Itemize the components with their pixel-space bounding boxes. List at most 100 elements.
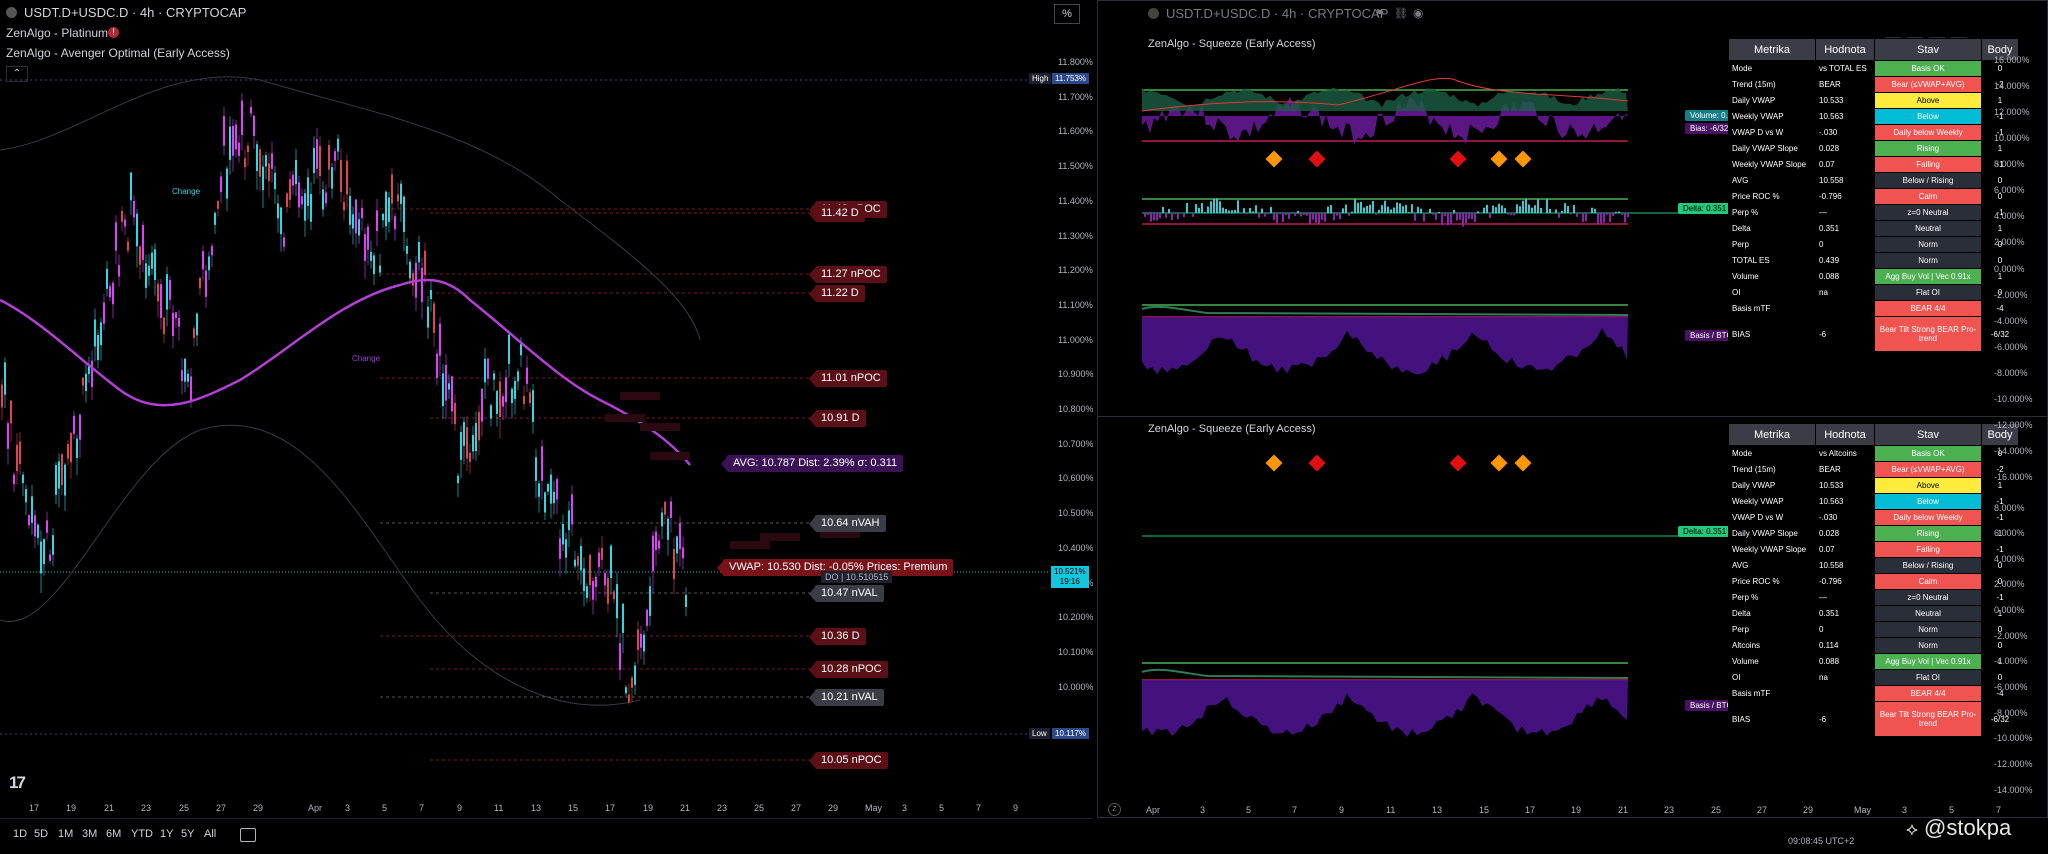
tradingview-logo-icon[interactable]: 17 [9,773,24,793]
warning-icon[interactable]: ! [108,27,119,38]
delta-bar [1519,206,1521,213]
table-cell: 0.439 [1816,253,1875,269]
price-axis-label: -6.000% [1994,682,2028,692]
table-cell: na [1816,670,1875,686]
clock[interactable]: 09:08:45 UTC+2 [1788,836,1854,846]
candle-body [370,252,372,261]
delta-bar [1321,213,1323,220]
bar-countdown: 19:16 [1054,577,1086,587]
table-cell: 1 [1982,221,2019,237]
candle-body [283,237,285,246]
time-axis-label: 5 [1246,805,1251,815]
timeframe-button[interactable]: 1Y [160,828,173,840]
column-header: Metrika [1729,39,1816,61]
table-cell: Perp % [1729,205,1816,221]
price-axis-label: 10.400% [1058,543,1093,553]
timeframe-button[interactable]: 5Y [181,828,194,840]
table-row: Delta0.351Neutral1 [1729,606,2019,622]
table-cell: Rising [1875,141,1982,157]
candle-body [397,194,399,201]
candle-body [199,278,201,288]
candle-body [55,465,57,495]
panel-title[interactable]: ZenAlgo - Squeeze (Early Access) [1148,38,1316,50]
candle-body [637,629,639,650]
percent-scale-button[interactable]: % [1054,4,1080,24]
table-cell: -6 [1816,702,1875,737]
low-label: Low [1029,728,1050,739]
candle-body [193,328,195,338]
collapse-indicators-button[interactable]: ⌃ [6,66,28,82]
delta-bar [1573,205,1575,213]
table-cell: VWAP D vs W [1729,510,1816,526]
price-axis-label: -2.000% [1994,290,2028,300]
table-cell: Basis mTF [1729,301,1816,317]
date-range-icon[interactable] [240,828,256,842]
delta-bar [1450,213,1452,224]
table-cell: VWAP D vs W [1729,125,1816,141]
time-axis-label: 27 [791,803,801,813]
pane-separator[interactable] [1098,416,2048,417]
faint-label [650,452,690,460]
timeframe-button[interactable]: 1D [13,828,27,840]
candle-body [334,151,336,161]
lower-band [0,425,640,705]
candle-body [280,208,282,235]
candle-body [523,396,525,404]
symbol-title[interactable]: USDT.D+USDC.D · 4h · CRYPTOCAP [24,5,246,20]
candle-body [34,515,36,536]
candle-body [112,283,114,304]
candle-body [121,211,123,222]
delta-bar [1204,212,1206,213]
price-axis-label: 8.000% [1994,159,2025,169]
delta-bar [1477,211,1479,213]
table-cell: BIAS [1729,702,1816,737]
price-chart-canvas[interactable] [0,0,1093,818]
delta-bar [1315,213,1317,223]
candle-body [517,371,519,381]
avg-tag: AVG: 10.787 Dist: 2.39% σ: 0.311 [727,455,903,472]
timeframe-button[interactable]: 5D [34,828,48,840]
right-chart-pane[interactable]: USDT.D+USDC.D · 4h · CRYPTOCAP ⚑ ⛓ ◉ Zen… [1097,0,2048,818]
timeframe-button[interactable]: YTD [131,828,153,840]
table-row: BIAS-6Bear Tilt Strong BEAR Pro-trend-6/… [1729,702,2019,737]
table-cell: BEAR [1816,77,1875,93]
candle-body [634,665,636,684]
delta-bar [1627,213,1629,217]
low-text: Low [1032,729,1047,738]
flag-icon[interactable]: ⚑ [1375,7,1385,20]
zoom-icon[interactable]: Z [1108,803,1121,816]
timeframe-button[interactable]: 3M [82,828,97,840]
timeframe-button[interactable]: 1M [58,828,73,840]
candle-body [589,555,591,585]
delta-bar [1396,203,1398,213]
indicator-platinum[interactable]: ZenAlgo - Platinum [6,26,108,40]
table-cell: Daily VWAP Slope [1729,141,1816,157]
timeframe-button[interactable]: All [204,828,216,840]
panel-title[interactable]: ZenAlgo - Squeeze (Early Access) [1148,423,1316,435]
candle-body [574,560,576,566]
table-cell: BEAR 4/4 [1875,301,1982,317]
timeframe-button[interactable]: 6M [106,828,121,840]
delta-bar [1192,213,1194,217]
delta-bar [1501,205,1503,213]
candle-body [31,496,33,522]
delta-bar [1282,213,1284,222]
symbol-title[interactable]: USDT.D+USDC.D · 4h · CRYPTOCAP [1166,6,1388,21]
basis-area [1142,680,1628,737]
link-icon[interactable]: ⛓ [1394,7,1408,20]
table-row: Perp0Norm0 [1729,622,2019,638]
level-tag: 11.01 nPOC [815,370,887,387]
delta-bar [1486,205,1488,213]
candle-body [559,538,561,559]
table-cell: 10.533 [1816,93,1875,109]
time-axis-label: 25 [754,803,764,813]
delta-pill: Delta: 0.351 [1678,203,1731,214]
candle-body [493,373,495,379]
table-cell: Bear Tilt Strong BEAR Pro-trend [1875,702,1982,737]
indicator-avenger[interactable]: ZenAlgo - Avenger Optimal (Early Access) [6,46,230,60]
left-chart-pane[interactable]: USDT.D+USDC.D · 4h · CRYPTOCAP ZenAlgo -… [0,0,1093,818]
time-axis-label: May [865,803,882,813]
candle-body [214,213,216,225]
eye-icon[interactable]: ◉ [1413,6,1423,20]
table-cell: Neutral [1875,221,1982,237]
